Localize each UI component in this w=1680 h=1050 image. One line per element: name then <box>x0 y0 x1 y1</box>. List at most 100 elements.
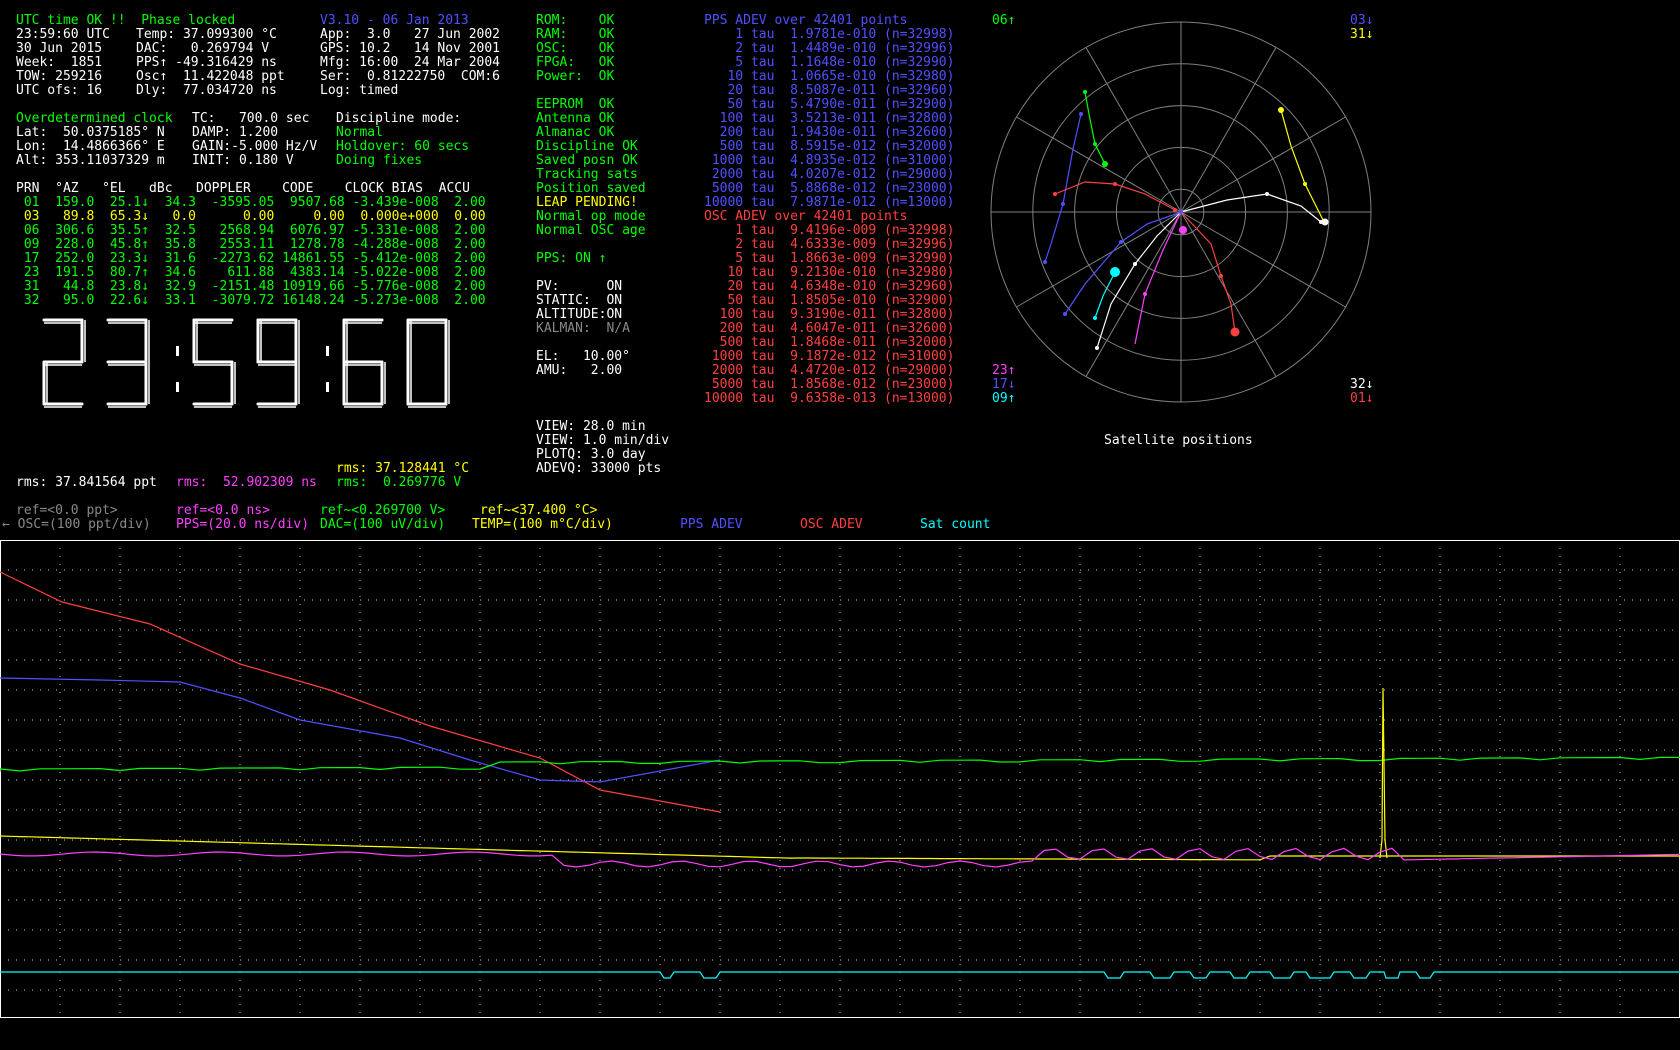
clock-mode-title: Overdetermined clock <box>16 111 173 126</box>
osc-adev-row: 200 tau 4.6047e-011 (n=32600) <box>704 321 955 336</box>
sky-track-32-point <box>1265 192 1269 196</box>
sat-23-marker <box>1179 226 1187 234</box>
osc-adev-title: OSC ADEV over 42401 points <box>704 209 908 224</box>
sat-32-marker <box>1321 218 1329 226</box>
osc-adev-row: 500 tau 1.8468e-011 (n=32000) <box>704 335 955 350</box>
tow: TOW: 259216 <box>16 69 103 84</box>
log-mode: Log: timed <box>320 83 399 98</box>
rms-dac: rms: 0.269776 V <box>336 475 462 490</box>
sky-track-06-point <box>1093 142 1097 146</box>
sky-track-32 <box>1180 193 1322 223</box>
discipline-mode-normal: Normal <box>336 125 383 140</box>
longitude: Lon: 14.4866366° E <box>16 139 165 154</box>
sky-track-06 <box>1084 91 1106 165</box>
status-line-1: UTC time OK !! Phase locked <box>16 13 236 28</box>
pps-adev-row: 50 tau 5.4790e-011 (n=32900) <box>704 97 955 112</box>
mode-item: AMU: 2.00 <box>536 363 623 378</box>
utc-offset: UTC ofs: 16 <box>16 83 103 98</box>
sky-label-32: 32↓ <box>1350 377 1374 392</box>
pps-adev-row: 5000 tau 5.8868e-012 (n=23000) <box>704 181 955 196</box>
osc-adev-table: 1 tau 9.4196e-009 (n=32998) 2 tau 4.6333… <box>704 224 954 406</box>
mode-item: ALTITUDE:ON <box>536 307 623 322</box>
pps-adev-row: 200 tau 1.9430e-011 (n=32600) <box>704 125 955 140</box>
mode-item: KALMAN: N/A <box>536 321 630 336</box>
health-item: Power: OK <box>536 69 615 84</box>
pps-adev-title: PPS ADEV over 42401 points <box>704 13 908 28</box>
time-series-plot[interactable] <box>0 540 1680 1020</box>
sky-track-09w <box>1096 211 1182 349</box>
sat-table-row: 06 306.6 35.5↑ 32.5 2568.94 6076.97 -5.3… <box>16 223 486 238</box>
sky-plot-caption: Satellite positions <box>1104 433 1253 448</box>
health-item: PPS: ON ↑ <box>536 251 607 266</box>
sky-track-31-point <box>1303 182 1307 186</box>
sky-track-01a-point <box>1113 182 1117 186</box>
health-item: Tracking sats <box>536 167 638 182</box>
health-status-list: ROM: OK RAM: OK OSC: OK FPGA: OK Power: OK EE… <box>536 14 646 266</box>
sat-table-row: 32 95.0 22.6↓ 33.1 -3079.72 16148.24 -5.… <box>16 293 486 308</box>
pps-adev-row: 20 tau 8.5087e-011 (n=32960) <box>704 83 955 98</box>
init-voltage: INIT: 0.180 V <box>192 153 294 168</box>
rms-pps: rms: 52.902309 ns <box>176 475 317 490</box>
legend-sat-count[interactable]: Sat count <box>920 518 990 532</box>
view-span: VIEW: 28.0 min <box>536 419 646 434</box>
health-item <box>536 84 646 98</box>
sat-table-row: 09 228.0 45.8↑ 35.8 2553.11 1278.78 -4.2… <box>16 237 486 252</box>
legend-dac-ref: ref~<0.269700 V> <box>320 503 446 518</box>
osc-adev-row: 1000 tau 9.1872e-012 (n=31000) <box>704 349 955 364</box>
legend-temp-ref: ref~<37.400 °C> <box>480 503 598 518</box>
date: 30 Jun 2015 <box>16 41 103 56</box>
health-item: OSC: OK <box>536 41 615 56</box>
health-item: EEPROM OK <box>536 97 615 112</box>
pps-adev-row: 2 tau 1.4489e-010 (n=32996) <box>704 41 955 56</box>
sky-track-23-point <box>1143 292 1147 296</box>
clock-colon-dot <box>326 382 329 392</box>
legend-osc-adev[interactable]: OSC ADEV <box>800 518 863 532</box>
health-item: Normal op mode <box>536 209 646 224</box>
sat-table-row: 23 191.5 80.7↑ 34.6 611.88 4383.14 -5.02… <box>16 265 486 280</box>
sky-label-06: 06↑ <box>992 13 1016 28</box>
mode-item: PV: ON <box>536 279 623 294</box>
sat-table-row: 01 159.0 25.1↓ 34.3 -3595.05 9507.68 -3.… <box>16 195 486 210</box>
legend-pps-adev[interactable]: PPS ADEV <box>680 518 743 532</box>
osc-adev-row: 20 tau 4.6348e-010 (n=32960) <box>704 279 955 294</box>
adev-queue: ADEVQ: 33000 pts <box>536 461 662 476</box>
sat-01-marker <box>1230 327 1240 337</box>
pps-adev-row: 1 tau 1.9781e-010 (n=32998) <box>704 27 955 42</box>
health-item <box>536 238 646 252</box>
health-item: Antenna OK <box>536 111 615 126</box>
sky-track-03-point <box>1179 210 1183 214</box>
sky-track-01a <box>1054 181 1176 211</box>
sky-track-17-point <box>1061 202 1065 206</box>
mode-item: EL: 10.00° <box>536 349 630 364</box>
sky-label-03: 03↓ <box>1350 13 1374 28</box>
sky-track-09w-point <box>1133 262 1137 266</box>
health-item: FPGA: OK <box>536 55 615 70</box>
clock-colon-dot <box>176 382 179 392</box>
osc-adev-row: 2 tau 4.6333e-009 (n=32996) <box>704 237 955 252</box>
pps-adev-row: 1000 tau 4.8935e-012 (n=31000) <box>704 153 955 168</box>
sky-track-01a-point <box>1173 208 1177 212</box>
sat-table-header: PRN °AZ °EL dBc DOPPLER CODE CLOCK BIAS … <box>16 181 470 196</box>
satellite-sky-plot <box>990 21 1372 403</box>
mode-item: STATIC: ON <box>536 293 623 308</box>
health-item: RAM: OK <box>536 27 615 42</box>
osc-adev-row: 5000 tau 1.8568e-012 (n=23000) <box>704 377 955 392</box>
health-item: Normal OSC age <box>536 223 646 238</box>
osc-adev-row: 2000 tau 4.4720e-012 (n=29000) <box>704 363 955 378</box>
pps-adev-row: 10 tau 1.0665e-010 (n=32980) <box>704 69 955 84</box>
sat-31-marker <box>1278 107 1284 113</box>
health-item: Position saved <box>536 181 646 196</box>
sky-track-17-point <box>1043 260 1047 264</box>
legend-pps-ref: ref=<0.0 ns> <box>176 503 270 518</box>
view-scale: VIEW: 1.0 min/div <box>536 433 670 448</box>
sky-label-23: 23↑ <box>992 363 1016 378</box>
osc-offset: Osc↑ 11.422048 ppt <box>136 69 285 84</box>
pps-adev-line <box>0 677 721 783</box>
pps-adev-row: 500 tau 8.5915e-012 (n=32000) <box>704 139 955 154</box>
sat-table: 01 159.0 25.1↓ 34.3 -3595.05 9507.68 -3.… <box>16 196 486 308</box>
plot-queue: PLOTQ: 3.0 day <box>536 447 646 462</box>
clock-colon-dot <box>326 346 329 356</box>
temp-spike <box>1379 687 1388 859</box>
receiver-mode-list: PV: ON STATIC: ON ALTITUDE:ON KALMAN: N/A EL… <box>536 280 630 378</box>
gps-week: Week: 1851 <box>16 55 103 70</box>
